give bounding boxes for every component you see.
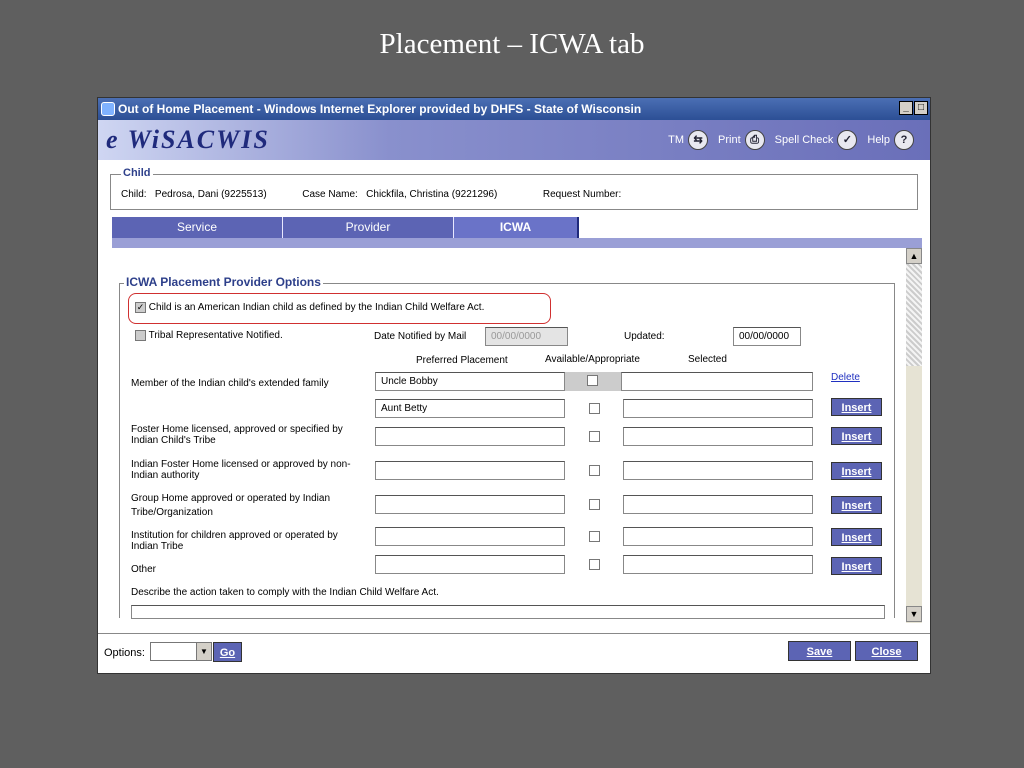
insert-button[interactable]: Insert (831, 462, 882, 480)
available-checkbox[interactable] (589, 559, 600, 570)
available-checkbox[interactable] (589, 431, 600, 442)
spell-check-button[interactable]: Spell Check ✓ (775, 130, 858, 150)
available-checkbox[interactable] (589, 531, 600, 542)
maximize-button[interactable]: □ (914, 101, 928, 115)
preferred-placement-input[interactable]: Uncle Bobby (375, 372, 565, 391)
selected-input[interactable] (623, 495, 813, 514)
close-button[interactable]: Close (855, 641, 918, 661)
child-info-row: Child: Pedrosa, Dani (9225513) Case Name… (121, 189, 621, 200)
selected-input[interactable] (623, 399, 813, 418)
chevron-down-icon[interactable]: ▼ (196, 643, 211, 660)
row-label: Indian Foster Home licensed or approved … (131, 459, 351, 481)
ie-icon (101, 102, 115, 116)
available-checkbox[interactable] (589, 465, 600, 476)
date-mail-field[interactable]: 00/00/0000 (485, 327, 568, 346)
updated-label: Updated: (624, 331, 665, 342)
insert-button[interactable]: Insert (831, 557, 882, 575)
tm-label: TM (668, 134, 685, 146)
row-label: Group Home approved or operated by India… (131, 493, 331, 518)
child-legend: Child (121, 167, 153, 179)
col-available-header: Available/Appropriate (545, 354, 640, 365)
print-button[interactable]: Print ⎙ (718, 130, 765, 150)
footer-bar: Options: ▼ Go Save Close (98, 633, 930, 673)
insert-button[interactable]: Insert (831, 398, 882, 416)
help-label: Help (867, 134, 890, 146)
icwa-legend: ICWA Placement Provider Options (124, 275, 323, 289)
child-info-box: Child Child: Pedrosa, Dani (9225513) Cas… (110, 167, 918, 210)
available-cell (565, 372, 621, 391)
toolbar: TM ⇆ Print ⎙ Spell Check ✓ Help ? (668, 130, 914, 150)
delete-link[interactable]: Delete (831, 372, 860, 383)
american-indian-row: ✓ Child is an American Indian child as d… (135, 302, 484, 313)
american-indian-checkbox[interactable]: ✓ (135, 302, 146, 313)
case-name-label: Case Name: (302, 189, 358, 200)
selected-input[interactable] (623, 427, 813, 446)
describe-label: Describe the action taken to comply with… (131, 587, 439, 598)
updated-field[interactable]: 00/00/0000 (733, 327, 801, 346)
preferred-placement-input[interactable] (375, 427, 565, 446)
child-value: Pedrosa, Dani (9225513) (154, 189, 267, 200)
col-selected-header: Selected (688, 354, 727, 365)
insert-button[interactable]: Insert (831, 496, 882, 514)
tab-service[interactable]: Service (112, 217, 283, 238)
print-icon: ⎙ (744, 130, 765, 150)
case-name-value: Chickfila, Christina (9221296) (366, 189, 498, 200)
options-select[interactable]: ▼ (150, 642, 212, 661)
window-titlebar[interactable]: Out of Home Placement - Windows Internet… (98, 98, 930, 120)
preferred-placement-input[interactable] (375, 527, 565, 546)
tab-bar (112, 238, 922, 248)
row-label: Member of the Indian child's extended fa… (131, 378, 329, 389)
app-logo: e WiSACWIS (106, 125, 270, 154)
col-preferred-header: Preferred Placement (416, 355, 508, 366)
help-button[interactable]: Help ? (867, 130, 914, 150)
preferred-placement-input[interactable] (375, 461, 565, 480)
spell-check-icon: ✓ (837, 130, 858, 150)
row-label: Foster Home licensed, approved or specif… (131, 424, 343, 446)
slide-title: Placement – ICWA tab (379, 28, 645, 60)
selected-input[interactable] (621, 372, 813, 391)
tab-icwa[interactable]: ICWA (454, 217, 579, 238)
browser-window: Out of Home Placement - Windows Internet… (97, 97, 931, 674)
selected-input[interactable] (623, 461, 813, 480)
available-checkbox[interactable] (587, 375, 598, 386)
child-label: Child: (121, 189, 147, 200)
app-banner: e WiSACWIS TM ⇆ Print ⎙ Spell Check ✓ He… (98, 120, 930, 160)
available-checkbox[interactable] (589, 499, 600, 510)
insert-button[interactable]: Insert (831, 528, 882, 546)
available-checkbox[interactable] (589, 403, 600, 414)
window-title: Out of Home Placement - Windows Internet… (118, 102, 642, 116)
tm-icon: ⇆ (688, 130, 709, 150)
describe-textarea[interactable] (131, 605, 885, 619)
preferred-placement-input[interactable]: Aunt Betty (375, 399, 565, 418)
preferred-placement-input[interactable] (375, 495, 565, 514)
tab-provider[interactable]: Provider (283, 217, 454, 238)
help-icon: ? (894, 130, 914, 150)
selected-input[interactable] (623, 555, 813, 574)
request-number-label: Request Number: (542, 189, 622, 200)
tm-button[interactable]: TM ⇆ (668, 130, 709, 150)
american-indian-label: Child is an American Indian child as def… (148, 302, 485, 314)
selected-input[interactable] (623, 527, 813, 546)
vertical-scrollbar[interactable]: ▲ ▼ (906, 248, 922, 623)
tribal-row: Tribal Representative Notified. (135, 330, 283, 341)
minimize-button[interactable]: _ (899, 101, 913, 115)
tab-strip: Service Provider ICWA (112, 217, 579, 238)
row-label: Other (131, 564, 157, 575)
tribal-notified-label: Tribal Representative Notified. (148, 330, 283, 342)
tribal-notified-checkbox[interactable] (135, 330, 146, 341)
print-label: Print (718, 134, 741, 146)
save-button[interactable]: Save (788, 641, 851, 661)
preferred-placement-input[interactable] (375, 555, 565, 574)
scroll-down-icon[interactable]: ▼ (906, 606, 922, 622)
scroll-track[interactable] (906, 264, 922, 366)
spell-check-label: Spell Check (774, 134, 834, 146)
scroll-up-icon[interactable]: ▲ (906, 248, 922, 264)
go-button[interactable]: Go (213, 642, 242, 662)
row-label: Institution for children approved or ope… (131, 530, 338, 552)
insert-button[interactable]: Insert (831, 427, 882, 445)
options-label: Options: (104, 647, 145, 659)
date-mail-label: Date Notified by Mail (374, 331, 467, 342)
